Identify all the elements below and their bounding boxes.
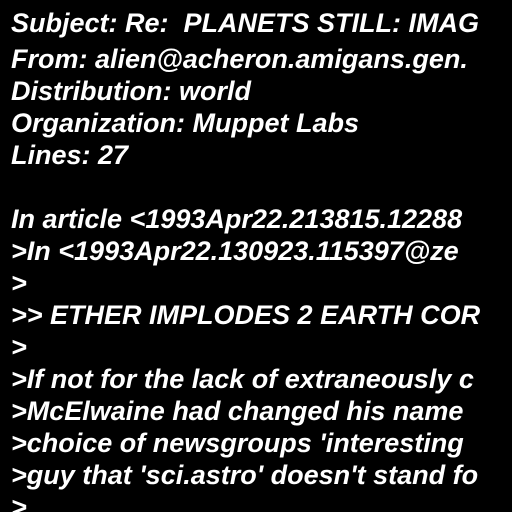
body-line: In article <1993Apr22.213815.12288 — [11, 204, 463, 234]
quoted-line: >McElwaine had changed his name — [11, 396, 464, 426]
quoted-line: > — [11, 268, 27, 298]
lines-header-line: Lines: 27 — [11, 140, 129, 170]
distribution-header-line: Distribution: world — [11, 76, 251, 106]
quoted-line: >If not for the lack of extraneously c — [11, 364, 474, 394]
quoted-line: >In <1993Apr22.130923.115397@ze — [11, 236, 459, 266]
newsgroup-message-view: Subject: Re: PLANETS STILL: IMAG From: a… — [0, 0, 512, 512]
quoted-line: > — [11, 492, 27, 512]
subject-header-line: Subject: Re: PLANETS STILL: IMAG — [11, 8, 480, 38]
organization-header-line: Organization: Muppet Labs — [11, 108, 359, 138]
quoted-line: >> ETHER IMPLODES 2 EARTH COR — [11, 300, 481, 330]
from-header-line: From: alien@acheron.amigans.gen. — [11, 44, 468, 74]
quoted-line: >choice of newsgroups 'interesting — [11, 428, 464, 458]
quoted-line: > — [11, 332, 27, 362]
quoted-line: >guy that 'sci.astro' doesn't stand fo — [11, 460, 479, 490]
